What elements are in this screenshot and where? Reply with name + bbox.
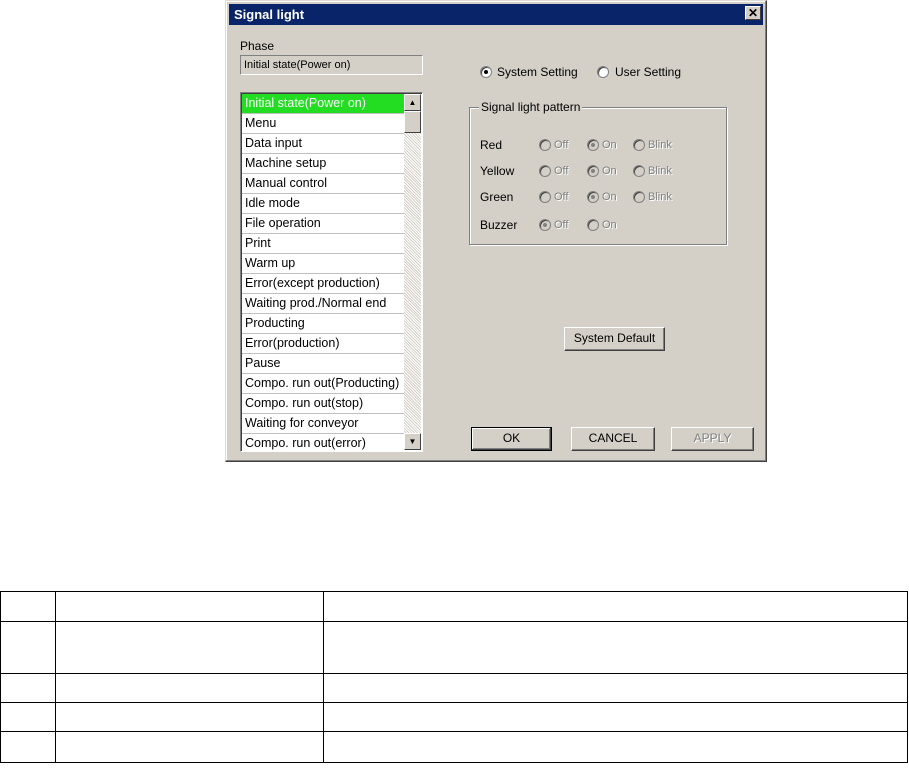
- phase-list-item[interactable]: Menu: [242, 114, 404, 134]
- phase-list-scrollbar[interactable]: ▲ ▼: [404, 94, 421, 450]
- phase-list-item[interactable]: Producting: [242, 314, 404, 334]
- green-blink-radio[interactable]: [633, 191, 645, 203]
- phase-list-item[interactable]: Idle mode: [242, 194, 404, 214]
- ok-button[interactable]: OK: [471, 427, 552, 451]
- signal-light-pattern-title: Signal light pattern: [479, 100, 583, 114]
- yellow-blink-label: Blink: [648, 165, 672, 177]
- red-off-label: Off: [554, 139, 569, 151]
- table-cell: [323, 702, 908, 732]
- phase-list-item[interactable]: Machine setup: [242, 154, 404, 174]
- red-blink-label: Blink: [648, 139, 672, 151]
- table-header-row: [0, 591, 908, 622]
- table-cell: [0, 621, 56, 674]
- phase-list-item[interactable]: Error(production): [242, 334, 404, 354]
- phase-list-item[interactable]: Warm up: [242, 254, 404, 274]
- phase-list-item[interactable]: Manual control: [242, 174, 404, 194]
- apply-button[interactable]: APPLY: [671, 427, 754, 451]
- table-cell: [55, 731, 324, 763]
- yellow-off-label: Off: [554, 165, 569, 177]
- phase-listbox[interactable]: Initial state(Power on) Menu Data input Mac…: [240, 92, 423, 452]
- table-cell: [55, 673, 324, 703]
- table-cell: [0, 702, 56, 732]
- table-cell: [323, 731, 908, 763]
- table-cell: [323, 621, 908, 674]
- green-blink-label: Blink: [648, 191, 672, 203]
- phase-list-items: Initial state(Power on) Menu Data input Mac…: [242, 94, 404, 451]
- table-cell: [323, 591, 908, 622]
- phase-list-item[interactable]: Pause: [242, 354, 404, 374]
- yellow-on-label: On: [602, 165, 617, 177]
- phase-list-item[interactable]: Initial state(Power on): [242, 94, 404, 114]
- yellow-blink-radio[interactable]: [633, 165, 645, 177]
- table-cell: [55, 702, 324, 732]
- system-default-button[interactable]: System Default: [564, 327, 665, 351]
- system-setting-radio[interactable]: [480, 66, 492, 78]
- table-cell: [0, 731, 56, 763]
- buzzer-on-radio[interactable]: [587, 219, 599, 231]
- close-icon[interactable]: ✕: [745, 6, 761, 20]
- scroll-down-icon[interactable]: ▼: [404, 433, 421, 450]
- table-cell: [323, 673, 908, 703]
- phase-label: Phase: [240, 39, 275, 53]
- red-on-radio[interactable]: [587, 139, 599, 151]
- phase-list-item[interactable]: Print: [242, 234, 404, 254]
- green-off-radio[interactable]: [539, 191, 551, 203]
- table-row: [0, 621, 908, 674]
- phase-list-item[interactable]: Compo. run out(Producting): [242, 374, 404, 394]
- table-cell: [0, 591, 56, 622]
- buzzer-off-label: Off: [554, 219, 569, 231]
- phase-list-item[interactable]: Data input: [242, 134, 404, 154]
- system-setting-label: System Setting: [497, 65, 578, 79]
- buzzer-on-label: On: [602, 219, 617, 231]
- buzzer-label: Buzzer: [480, 218, 518, 232]
- table-row: [0, 673, 908, 703]
- green-label: Green: [480, 190, 514, 204]
- table-cell: [55, 591, 324, 622]
- phase-current-field: Initial state(Power on): [240, 55, 423, 75]
- buzzer-off-radio[interactable]: [539, 219, 551, 231]
- yellow-on-radio[interactable]: [587, 165, 599, 177]
- scroll-thumb[interactable]: [404, 111, 421, 133]
- phase-list-item[interactable]: Error(except production): [242, 274, 404, 294]
- red-on-label: On: [602, 139, 617, 151]
- user-setting-radio[interactable]: [597, 66, 609, 78]
- yellow-off-radio[interactable]: [539, 165, 551, 177]
- green-on-radio[interactable]: [587, 191, 599, 203]
- table-row: [0, 731, 908, 763]
- signal-light-dialog: Signal light ✕ Phase Initial state(Power…: [225, 0, 767, 462]
- table-cell: [55, 621, 324, 674]
- red-off-radio[interactable]: [539, 139, 551, 151]
- scroll-up-icon[interactable]: ▲: [404, 94, 421, 111]
- description-table: [0, 591, 908, 763]
- green-on-label: On: [602, 191, 617, 203]
- phase-list-item[interactable]: File operation: [242, 214, 404, 234]
- red-blink-radio[interactable]: [633, 139, 645, 151]
- phase-list-item[interactable]: Waiting prod./Normal end: [242, 294, 404, 314]
- green-off-label: Off: [554, 191, 569, 203]
- table-cell: [0, 673, 56, 703]
- phase-list-item[interactable]: Compo. run out(error): [242, 434, 404, 451]
- cancel-button[interactable]: CANCEL: [571, 427, 655, 451]
- title-bar[interactable]: Signal light ✕: [229, 4, 763, 25]
- user-setting-label: User Setting: [615, 65, 682, 79]
- phase-list-item[interactable]: Waiting for conveyor: [242, 414, 404, 434]
- table-row: [0, 702, 908, 732]
- yellow-label: Yellow: [480, 164, 515, 178]
- phase-list-item[interactable]: Compo. run out(stop): [242, 394, 404, 414]
- window-title: Signal light: [234, 7, 305, 22]
- red-label: Red: [480, 138, 503, 152]
